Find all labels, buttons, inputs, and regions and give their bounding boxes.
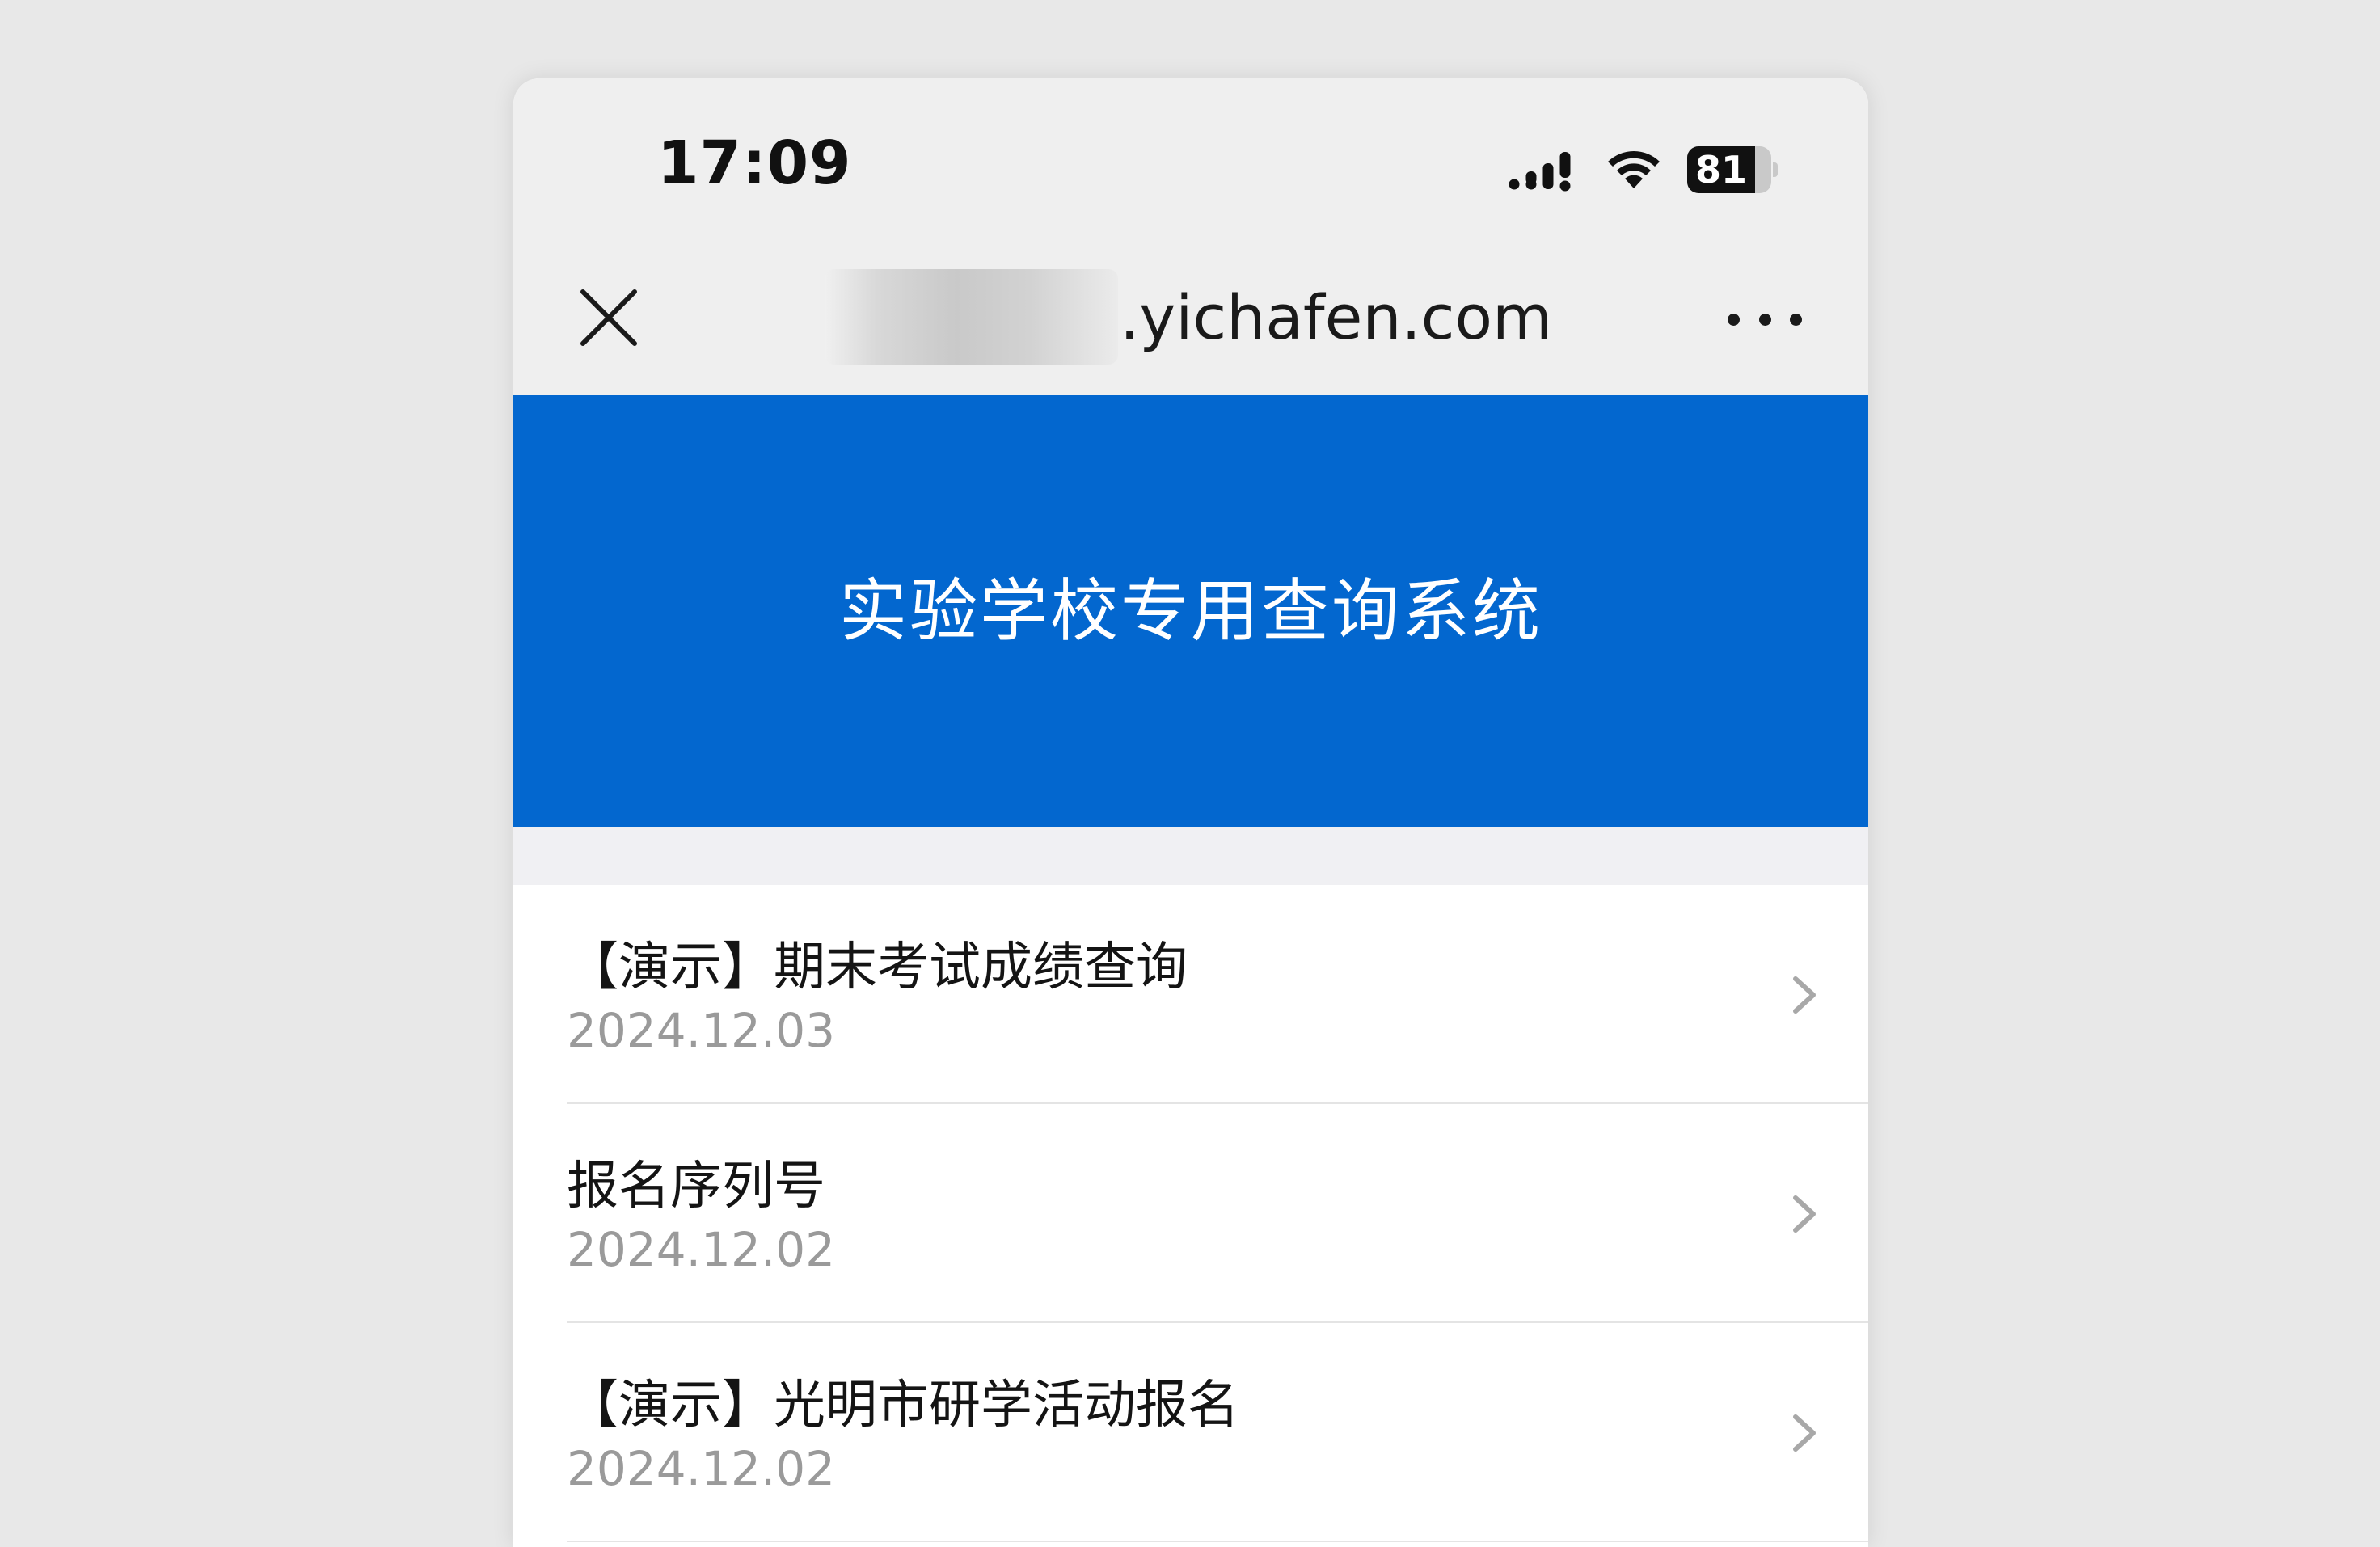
- section-gap: [513, 827, 1868, 885]
- page-title: 实验学校专用查询系统: [838, 571, 1542, 651]
- list-item[interactable]: 【演示】光明市研学活动报名 2024.12.02: [513, 1323, 1868, 1542]
- battery-cap: [1773, 162, 1778, 177]
- status-time: 17:09: [657, 129, 852, 198]
- url-display: .yichafen.com: [825, 269, 1552, 365]
- wifi-icon: [1603, 146, 1665, 193]
- more-icon-dot: [1758, 313, 1771, 326]
- more-button[interactable]: [1728, 303, 1802, 335]
- close-icon: [578, 287, 639, 348]
- status-bar: 17:09 81: [513, 78, 1868, 240]
- chevron-right-icon: [1789, 969, 1821, 1021]
- url-domain: .yichafen.com: [1120, 280, 1552, 353]
- signal-icon: [1508, 145, 1580, 194]
- header-banner: 实验学校专用查询系统: [513, 395, 1868, 827]
- status-icons: 81: [1508, 141, 1778, 198]
- more-icon-dot: [1790, 313, 1802, 326]
- list-item-title: 【演示】期末考试成绩查询: [567, 938, 1188, 997]
- list-item[interactable]: 报名序列号 2024.12.02: [513, 1104, 1868, 1323]
- more-icon-dot: [1728, 313, 1740, 326]
- list-item-date: 2024.12.02: [567, 1222, 836, 1277]
- battery-level: 81: [1694, 148, 1747, 192]
- list-item-title: 报名序列号: [567, 1157, 825, 1216]
- battery-icon: 81: [1687, 146, 1778, 193]
- list-item-date: 2024.12.03: [567, 1003, 836, 1058]
- blurred-subdomain: [825, 269, 1119, 365]
- nav-bar-inner: .yichafen.com: [513, 240, 1868, 394]
- list-item-date: 2024.12.02: [567, 1441, 836, 1496]
- divider: [567, 1541, 1868, 1542]
- chevron-right-icon: [1789, 1188, 1821, 1240]
- list-item[interactable]: 【演示】期末考试成绩查询 2024.12.03: [513, 885, 1868, 1104]
- chevron-right-icon: [1789, 1407, 1821, 1459]
- list-item-title: 【演示】光明市研学活动报名: [567, 1376, 1239, 1435]
- battery-body: 81: [1687, 146, 1771, 193]
- query-list: 【演示】期末考试成绩查询 2024.12.03 报名序列号 2024.12.02…: [513, 885, 1868, 1542]
- phone-screen: 17:09 81 .yichafen.com 实验学校专用查询系统 【演示】期末…: [513, 78, 1868, 1547]
- close-button[interactable]: [578, 287, 639, 348]
